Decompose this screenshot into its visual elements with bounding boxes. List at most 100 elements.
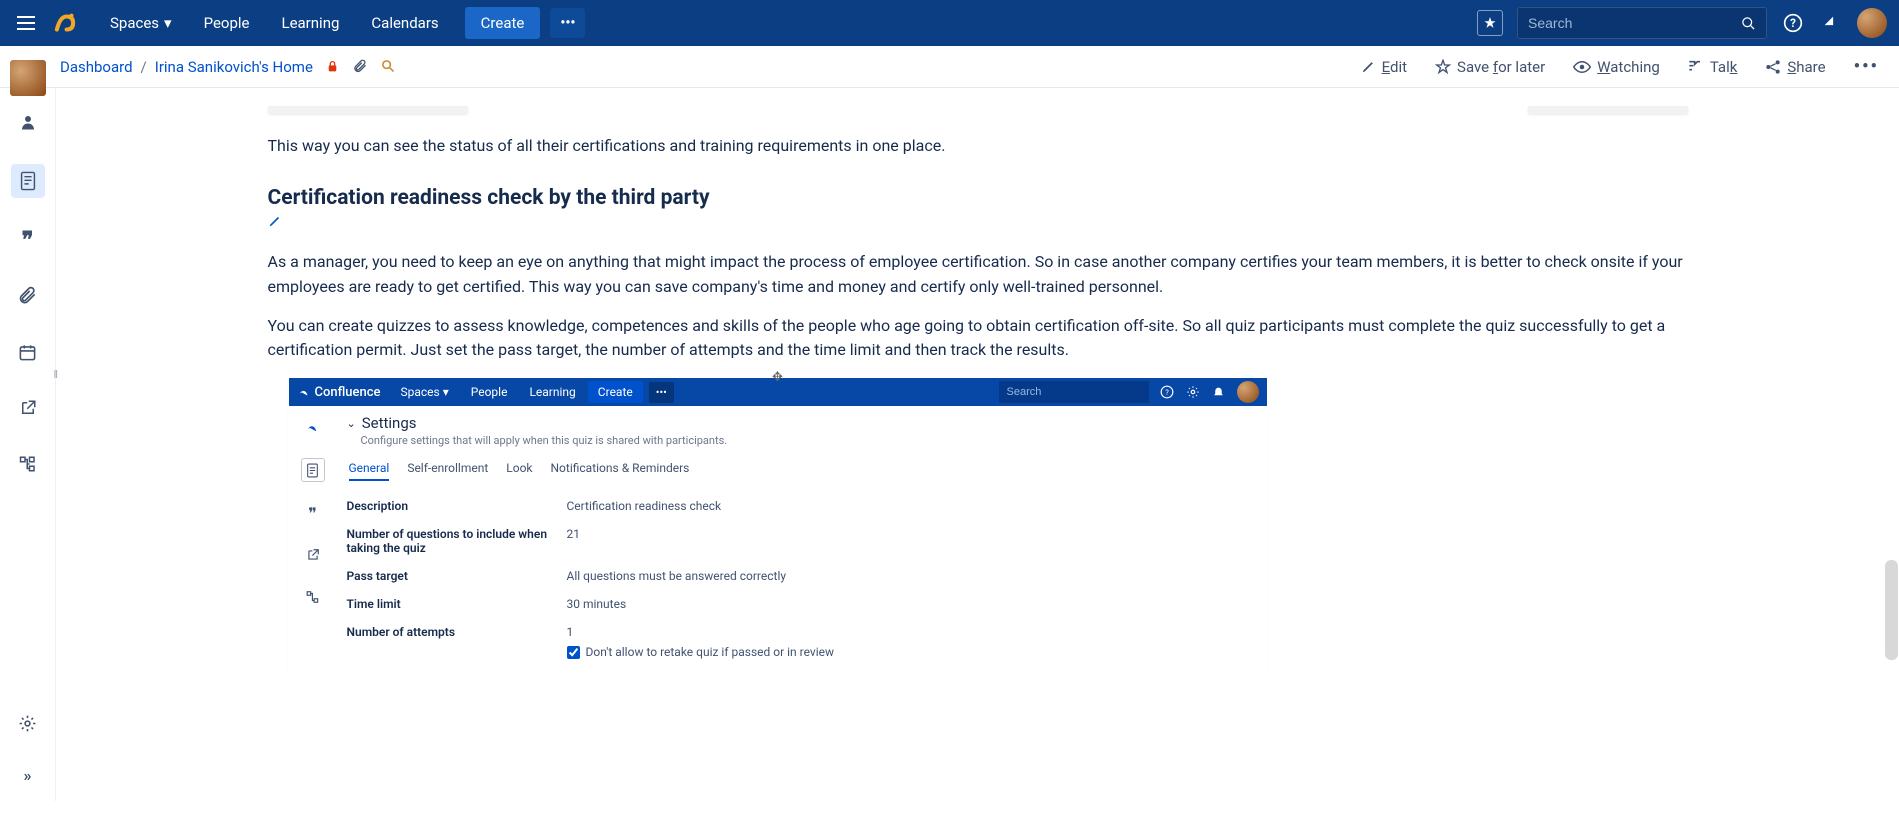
embed-help-icon: ? [1159, 384, 1175, 400]
faded-blocks [268, 106, 1688, 114]
embed-bell-icon [1211, 384, 1227, 400]
embed-tab-general: General [349, 461, 390, 481]
embed-nav-spaces: Spaces ▾ [390, 380, 458, 404]
search-input[interactable] [1517, 7, 1767, 39]
embed-label: Number of questions to include when taki… [347, 527, 567, 555]
chevron-down-icon: ⌄ [347, 417, 356, 430]
embed-row-description: Description Certification readiness chec… [347, 499, 1247, 513]
embed-value: All questions must be answered correctly [567, 569, 787, 583]
svg-text:?: ? [1165, 388, 1169, 397]
embed-value: 1 [567, 625, 574, 639]
rail-settings-icon[interactable] [14, 709, 42, 737]
talk-action[interactable]: Talk [1688, 58, 1738, 76]
paragraph-2: You can create quizzes to assess knowled… [268, 314, 1688, 364]
rail-attachment-icon[interactable] [14, 282, 42, 310]
left-rail: ❞ ‖ » [0, 88, 56, 801]
page-header: Dashboard / Irina Sanikovich's Home Edit… [0, 46, 1899, 88]
nav-calendars[interactable]: Calendars [357, 6, 452, 40]
rail-page-icon[interactable] [11, 164, 45, 198]
embed-tab-look: Look [506, 461, 532, 481]
embed-search-field [1007, 386, 1149, 398]
page-actions: Edit Save for later Watching Talk Share … [1361, 56, 1879, 77]
embed-rail-logo-icon [302, 416, 324, 438]
embed-value: 21 [567, 527, 581, 555]
embed-rail: ❞ [289, 406, 337, 675]
paragraph-1: As a manager, you need to keep an eye on… [268, 250, 1688, 300]
embed-create-button: Create [588, 381, 643, 403]
nav-learning[interactable]: Learning [267, 6, 353, 40]
user-avatar[interactable] [1857, 8, 1887, 38]
embed-row-attempts: Number of attempts 1 [347, 625, 1247, 639]
search-field[interactable] [1528, 15, 1741, 31]
rail-external-icon[interactable] [14, 394, 42, 422]
embed-logo: Confluence [297, 385, 381, 400]
edit-action[interactable]: Edit [1361, 58, 1407, 76]
breadcrumb-page[interactable]: Irina Sanikovich's Home [155, 58, 313, 76]
embed-value: 30 minutes [567, 597, 627, 611]
topbar: Spaces ▾ People Learning Calendars Creat… [0, 0, 1899, 46]
move-handle-icon[interactable]: ✥ [772, 370, 783, 385]
embed-label: Time limit [347, 597, 567, 611]
embed-row-passtarget: Pass target All questions must be answer… [347, 569, 1247, 583]
watching-action[interactable]: Watching [1573, 58, 1660, 76]
embed-label: Description [347, 499, 567, 513]
embed-rail-quote-icon: ❞ [302, 502, 324, 524]
scrollbar-thumb[interactable] [1885, 560, 1898, 660]
embed-checkbox-row: Don't allow to retake quiz if passed or … [567, 645, 1247, 659]
embed-body: ❞ ⌄ Settings Configure settings that wil… [289, 406, 1267, 675]
embed-content: ⌄ Settings Configure settings that will … [337, 406, 1267, 675]
embed-nav-learning: Learning [519, 380, 585, 404]
embed-more-button: ••• [649, 382, 674, 403]
body: ❞ ‖ » This way you can see the status of… [0, 88, 1899, 801]
rail-calendar-icon[interactable] [14, 338, 42, 366]
help-icon[interactable]: ? [1781, 11, 1805, 35]
embedded-screenshot: ✥ Confluence Spaces ▾ People Learning Cr… [288, 377, 1268, 676]
create-more-button[interactable]: ••• [550, 8, 585, 38]
section-heading: Certification readiness check by the thi… [268, 186, 1688, 210]
lock-icon[interactable] [325, 59, 341, 75]
embed-checkbox [567, 646, 580, 659]
rail-quote-icon[interactable]: ❞ [14, 226, 42, 254]
rail-expand-icon[interactable]: » [14, 761, 42, 789]
intro-text: This way you can see the status of all t… [268, 134, 1688, 158]
embed-search [999, 381, 1149, 403]
embed-nav: Spaces ▾ People Learning Create ••• [390, 380, 673, 404]
hamburger-icon[interactable] [12, 9, 40, 37]
rail-person-icon[interactable] [14, 108, 42, 136]
embed-settings-desc: Configure settings that will apply when … [361, 434, 1247, 447]
embed-row-numquestions: Number of questions to include when taki… [347, 527, 1247, 555]
embed-checkbox-label: Don't allow to retake quiz if passed or … [586, 645, 835, 659]
more-actions-icon[interactable]: ••• [1854, 56, 1879, 77]
app-logo[interactable] [52, 10, 78, 36]
edit-section-icon[interactable] [268, 214, 282, 228]
breadcrumb-separator: / [141, 58, 147, 76]
rail-tree-icon[interactable] [14, 450, 42, 478]
share-action[interactable]: Share [1765, 58, 1825, 76]
embed-rail-tree-icon [302, 586, 324, 608]
save-for-later-action[interactable]: Save for later [1435, 58, 1545, 76]
embed-gear-icon [1185, 384, 1201, 400]
nav-people[interactable]: People [190, 6, 264, 40]
embed-tab-notifications: Notifications & Reminders [551, 461, 690, 481]
embed-value: Certification readiness check [567, 499, 722, 513]
embed-tabs: General Self-enrollment Look Notificatio… [349, 461, 1247, 481]
create-button[interactable]: Create [465, 7, 541, 39]
nav-spaces[interactable]: Spaces ▾ [96, 6, 186, 40]
embed-nav-people: People [461, 380, 518, 404]
breadcrumb: Dashboard / Irina Sanikovich's Home [60, 58, 397, 76]
embed-tab-self-enrollment: Self-enrollment [407, 461, 488, 481]
search-icon [1741, 16, 1756, 31]
embed-row-timelimit: Time limit 30 minutes [347, 597, 1247, 611]
notifications-icon[interactable] [1819, 11, 1843, 35]
star-icon[interactable] [1477, 10, 1503, 36]
embed-label: Number of attempts [347, 625, 567, 639]
embed-avatar [1237, 381, 1259, 403]
topbar-right: ? [1477, 7, 1887, 39]
magnifier-icon[interactable] [381, 59, 397, 75]
breadcrumb-dashboard[interactable]: Dashboard [60, 58, 133, 76]
main-content: This way you can see the status of all t… [56, 88, 1899, 801]
svg-text:?: ? [1790, 16, 1796, 30]
embed-rail-page-icon [301, 458, 325, 482]
embed-rail-external-icon [302, 544, 324, 566]
attachment-icon[interactable] [353, 59, 369, 75]
